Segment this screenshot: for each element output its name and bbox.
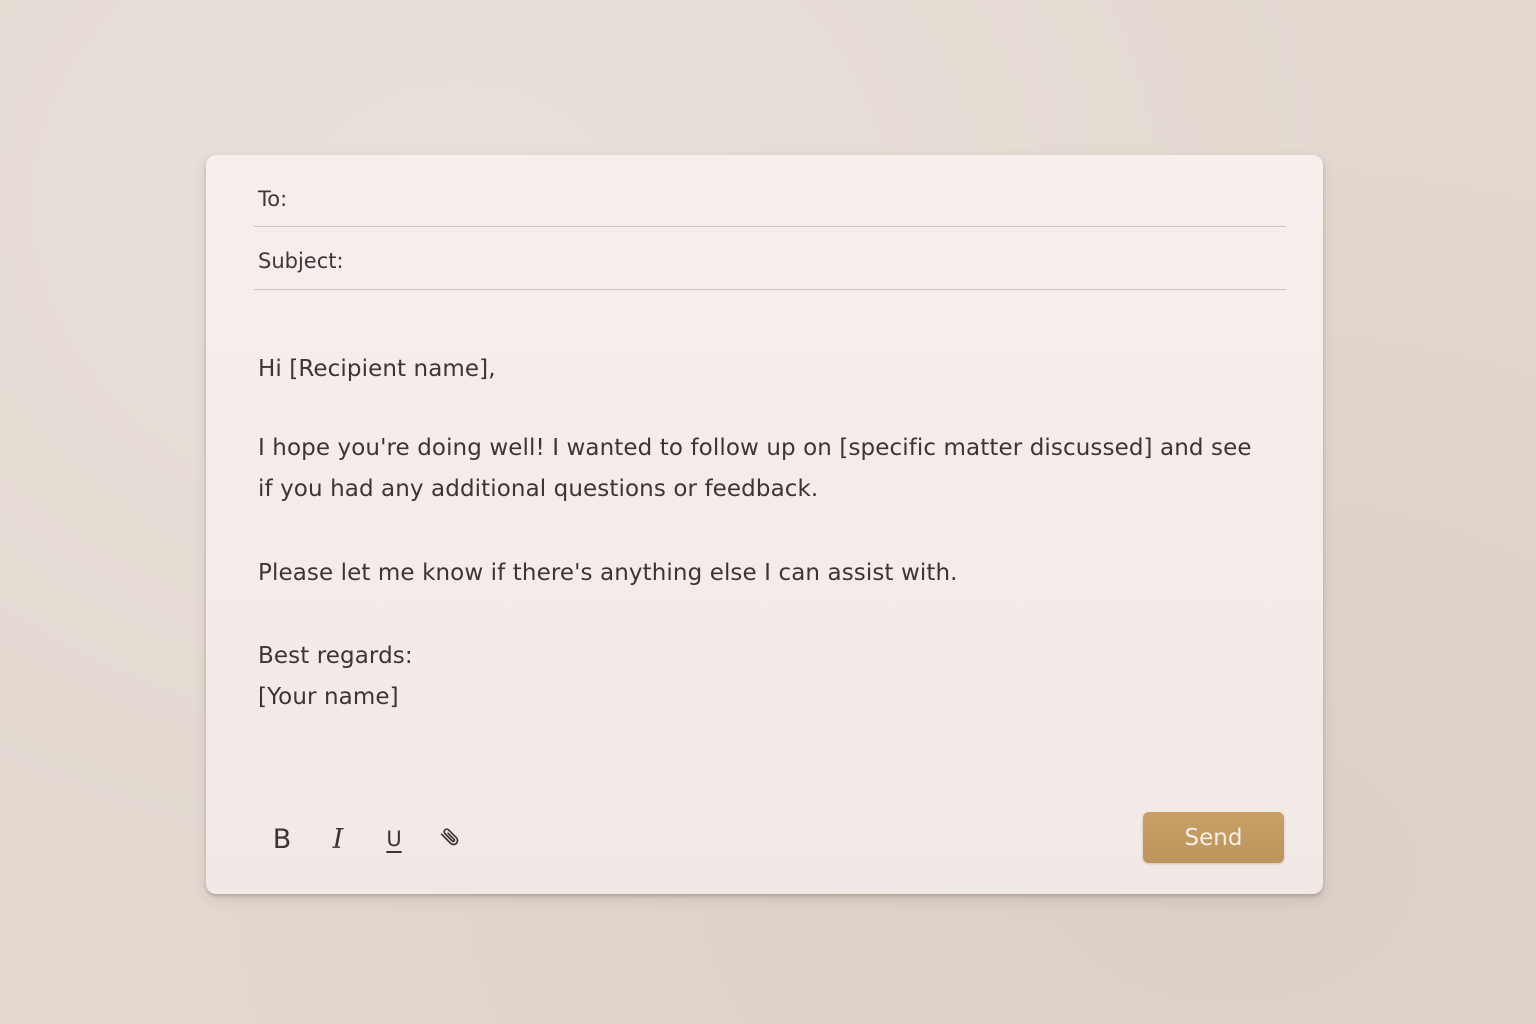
- subject-input[interactable]: [364, 247, 1276, 277]
- underline-button[interactable]: U: [366, 817, 422, 861]
- body-signature: [Your name]: [258, 684, 399, 710]
- body-paragraph-1: I hope you're doing well! I wanted to fo…: [258, 435, 1252, 502]
- send-button[interactable]: Send: [1143, 812, 1284, 863]
- subject-label: Subject:: [258, 249, 344, 273]
- to-input[interactable]: [364, 184, 1276, 214]
- compose-card: To: Subject: Hi [Recipient name], I hope…: [206, 155, 1323, 894]
- formatting-toolbar: B I U: [254, 817, 478, 861]
- to-label: To:: [258, 187, 288, 211]
- italic-button[interactable]: I: [310, 817, 366, 861]
- subject-field-row: Subject:: [254, 227, 1286, 290]
- attach-button[interactable]: [422, 817, 478, 861]
- body-greeting: Hi [Recipient name],: [258, 356, 496, 382]
- bold-button[interactable]: B: [254, 817, 310, 861]
- body-signoff: Best regards:: [258, 643, 413, 669]
- body-paragraph-2: Please let me know if there's anything e…: [258, 560, 958, 586]
- to-field-row: To:: [254, 165, 1286, 227]
- paperclip-icon: [436, 823, 464, 855]
